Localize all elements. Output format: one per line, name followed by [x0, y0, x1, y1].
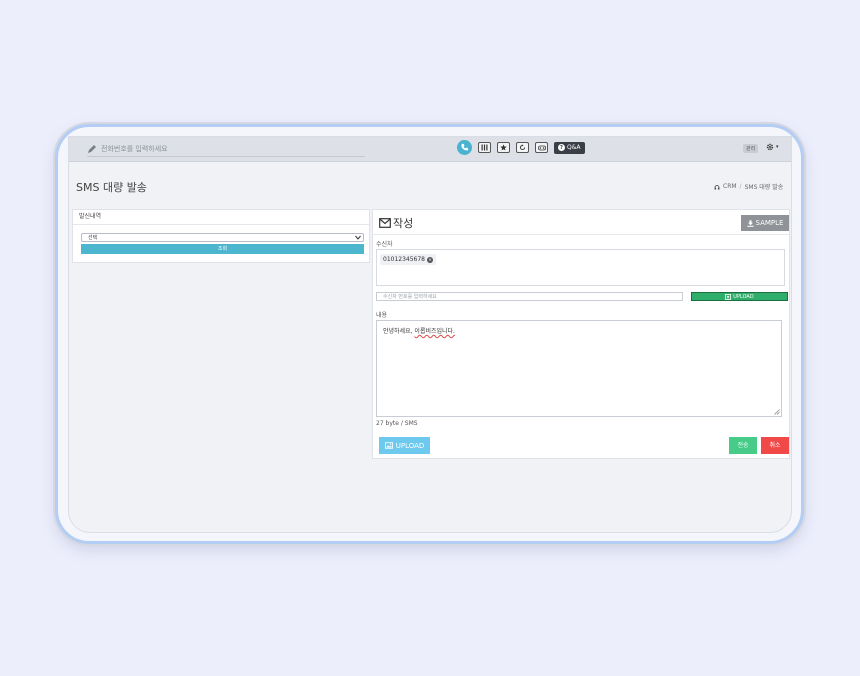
phone-search-placeholder: 전화번호를 입력하세요 — [101, 145, 168, 153]
content-label: 내용 — [376, 312, 388, 319]
message-textarea[interactable]: 안녕하세요, 이롭비즈입니다. — [376, 320, 782, 417]
top-bar: 전화번호를 입력하세요 ? Q&A 관리 ▾ — [69, 137, 791, 162]
grid-button[interactable] — [478, 142, 491, 153]
image-upload-button[interactable]: UPLOAD — [379, 437, 430, 454]
history-panel-title: 발신내역 — [73, 210, 369, 225]
cancel-button[interactable]: 취소 — [761, 437, 789, 454]
favorite-button[interactable] — [497, 142, 510, 153]
download-icon — [746, 219, 754, 227]
user-badge[interactable]: 관리 — [743, 144, 759, 153]
chevron-down-icon — [355, 235, 361, 240]
gear-icon — [766, 143, 774, 151]
breadcrumb-separator: / — [739, 183, 742, 190]
send-button[interactable]: 전송 — [729, 437, 757, 454]
page-title: SMS 대량 발송 — [76, 181, 147, 194]
chevron-down-icon: ▾ — [776, 144, 779, 150]
compose-panel: 작성 SAMPLE 수신자 01012345678 ✕ 수신자 번호를 입력하세… — [372, 209, 790, 459]
settings-menu[interactable]: ▾ — [766, 143, 779, 151]
question-icon: ? — [558, 144, 565, 151]
message-text-greeting: 안녕하세요, — [383, 328, 415, 335]
resize-handle[interactable] — [774, 409, 780, 415]
sample-download-button[interactable]: SAMPLE — [741, 215, 789, 231]
compose-title: 작성 — [393, 217, 414, 230]
pencil-icon — [88, 145, 96, 153]
history-select[interactable]: 선택 — [81, 233, 364, 242]
headset-icon — [714, 184, 720, 190]
sample-label: SAMPLE — [755, 219, 784, 227]
recipients-label: 수신자 — [376, 241, 393, 248]
close-icon[interactable]: ✕ — [427, 256, 433, 263]
message-text-name: 이롭비즈입니다. — [414, 328, 455, 335]
toolbar-icons: ? Q&A — [457, 140, 585, 155]
qa-button[interactable]: ? Q&A — [554, 141, 585, 154]
vr-button[interactable] — [535, 142, 548, 153]
recipient-number: 01012345678 — [383, 256, 425, 263]
recipient-chip: 01012345678 ✕ — [380, 254, 436, 265]
upload-icon — [725, 293, 732, 300]
phone-search-input[interactable]: 전화번호를 입력하세요 — [87, 142, 365, 157]
recipient-upload-label: UPLOAD — [733, 293, 754, 300]
qa-label: Q&A — [567, 144, 581, 151]
search-button[interactable]: 조회 — [81, 244, 364, 254]
app-screen: 전화번호를 입력하세요 ? Q&A 관리 ▾ SMS 대량 발송 CRM / S… — [68, 136, 792, 533]
breadcrumb-current: SMS 대량 발송 — [744, 184, 784, 191]
refresh-button[interactable] — [516, 142, 529, 153]
recipient-number-input[interactable]: 수신자 번호를 입력하세요 — [376, 292, 683, 301]
call-button[interactable] — [457, 140, 472, 155]
star-icon — [500, 144, 507, 151]
envelope-icon — [379, 218, 391, 228]
recipient-upload-button[interactable]: UPLOAD — [691, 292, 788, 301]
compose-title-group: 작성 — [379, 215, 413, 231]
history-panel: 발신내역 선택 조회 — [72, 209, 370, 263]
refresh-icon — [519, 144, 526, 151]
phone-icon — [461, 143, 469, 151]
image-icon — [384, 442, 393, 449]
grid-icon — [481, 144, 488, 151]
recipients-box[interactable]: 01012345678 ✕ — [376, 249, 785, 286]
history-select-value: 선택 — [88, 235, 98, 241]
compose-header: 작성 SAMPLE — [373, 210, 789, 235]
breadcrumb: CRM / SMS 대량 발송 — [714, 182, 783, 191]
image-upload-label: UPLOAD — [395, 441, 425, 450]
vr-icon — [537, 145, 546, 150]
byte-count: 27 byte / SMS — [376, 420, 418, 427]
breadcrumb-crm[interactable]: CRM — [723, 183, 737, 190]
